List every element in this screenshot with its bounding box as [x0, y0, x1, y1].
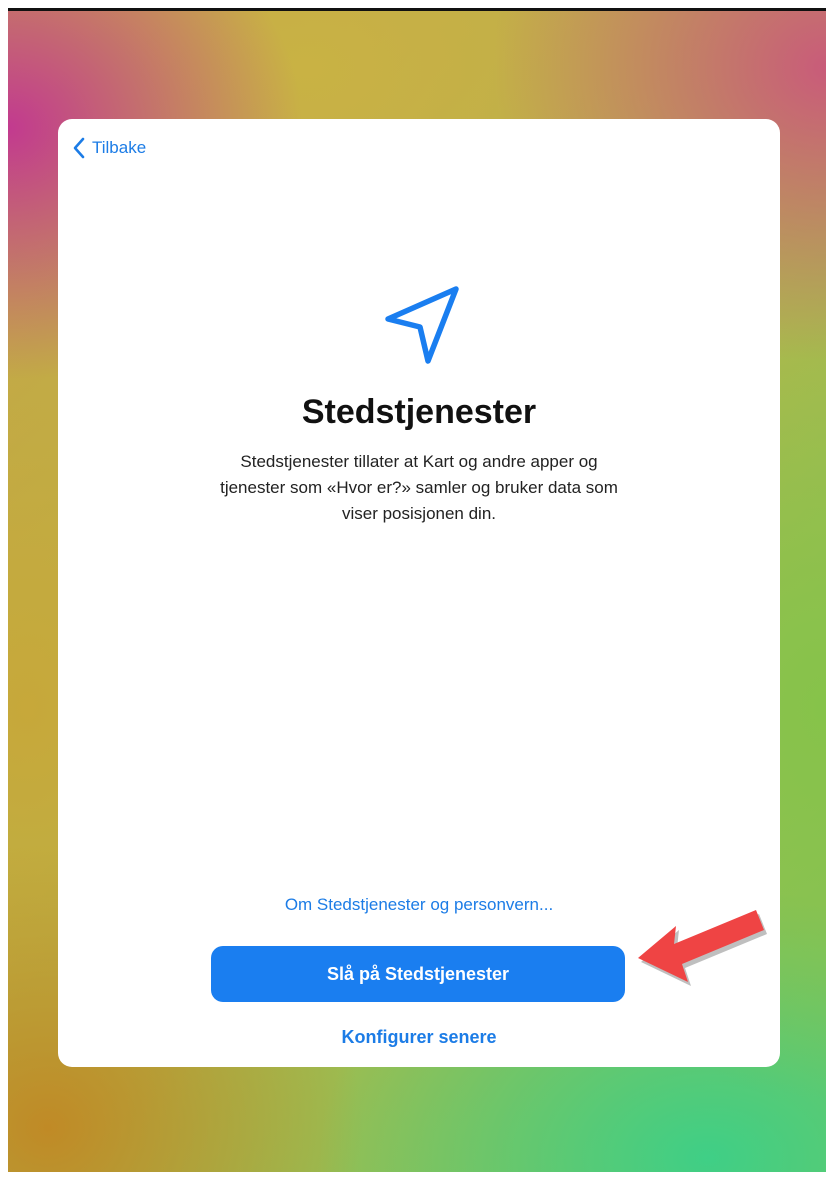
chevron-left-icon [72, 137, 86, 159]
annotation-arrow-icon [632, 900, 772, 990]
page-title: Stedstjenester [301, 393, 537, 431]
back-label: Tilbake [92, 138, 147, 157]
configure-later-link[interactable]: Konfigurer senere [58, 1027, 780, 1048]
device-frame: Tilbake Stedstjenester Stedstjenester ti… [0, 0, 826, 1178]
enable-button-label: Slå på Stedstjenester [326, 963, 510, 984]
back-button[interactable]: Tilbake [72, 137, 146, 159]
location-arrow-icon [370, 277, 470, 377]
description-text: Stedstjenester tillater at Kart og andre… [220, 452, 618, 523]
enable-location-services-button[interactable]: Slå på Stedstjenester [211, 946, 625, 1002]
top-border [8, 8, 826, 11]
